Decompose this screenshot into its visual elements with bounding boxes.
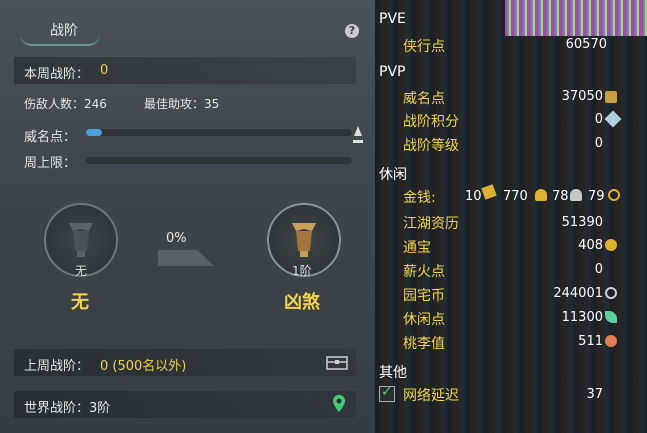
world-rank-label: 世界战阶：3阶 bbox=[24, 401, 111, 416]
location-pin-icon[interactable] bbox=[332, 394, 346, 414]
last-week-value: 0 (500名以外) bbox=[100, 359, 187, 374]
xiaxing-label: 侠行点 bbox=[403, 39, 445, 55]
currency-panel: PVE 侠行点 60570 PVP 威名点 37050 战阶积分 0 战阶等级 … bbox=[375, 0, 647, 433]
current-medal-icon bbox=[69, 223, 93, 257]
last-week-row: 上周战阶： 0 (500名以外) bbox=[14, 349, 356, 376]
prestige-icon bbox=[605, 91, 617, 103]
section-other: 其他 bbox=[379, 365, 407, 381]
current-medal-name: 无 bbox=[71, 292, 89, 313]
yuanzhai-label: 园宅币 bbox=[403, 288, 445, 304]
prestige-progress-fill bbox=[86, 129, 102, 136]
week-rank-row: 本周战阶： 0 bbox=[14, 57, 356, 84]
current-medal-level: 无 bbox=[75, 264, 88, 278]
battle-rank-panel: 战阶 ? 本周战阶： 0 伤敌人数：246 最佳助攻：35 威名点： 周上限： … bbox=[0, 0, 375, 433]
weiming-label: 威名点 bbox=[403, 91, 445, 107]
rank-progress-percent: 0% bbox=[166, 231, 187, 246]
panel-header: 战阶 bbox=[0, 14, 375, 46]
latency-checkbox[interactable] bbox=[379, 384, 395, 402]
scene-stripe-decor bbox=[505, 0, 647, 36]
week-rank-label: 本周战阶： bbox=[24, 67, 90, 82]
xiaxing-value: 60570 bbox=[565, 37, 607, 52]
prestige-label: 威名点： bbox=[24, 130, 77, 145]
xinhuo-value: 0 bbox=[594, 262, 603, 277]
silver-ingot-icon bbox=[535, 189, 547, 201]
money-copper: 79 bbox=[588, 189, 605, 204]
copper-coin-icon bbox=[608, 189, 620, 201]
week-rank-value: 0 bbox=[100, 63, 109, 78]
zhanjie-level-value: 0 bbox=[594, 136, 603, 151]
tongbao-value: 408 bbox=[578, 238, 603, 253]
money-label: 金钱: bbox=[403, 190, 436, 206]
header-swoosh bbox=[20, 34, 100, 46]
latency-label: 网络延迟 bbox=[403, 388, 459, 404]
xiuxian-label: 休闲点 bbox=[403, 312, 445, 328]
weiming-value: 37050 bbox=[561, 89, 603, 104]
next-medal-level: 1阶 bbox=[292, 264, 312, 278]
taoli-value: 511 bbox=[578, 334, 603, 349]
next-medal-icon bbox=[292, 223, 316, 257]
cap-marker-icon bbox=[353, 126, 363, 143]
money-silver-large: 770 bbox=[503, 189, 528, 204]
zhanjie-points-label: 战阶积分 bbox=[403, 114, 459, 130]
last-week-label: 上周战阶： bbox=[24, 359, 90, 374]
assist-stat: 最佳助攻：35 bbox=[144, 97, 220, 111]
help-icon[interactable]: ? bbox=[345, 24, 359, 38]
kills-stat: 伤敌人数：246 bbox=[24, 97, 107, 111]
silver-coin-icon bbox=[570, 189, 582, 201]
tongbao-coin-icon bbox=[605, 239, 617, 251]
next-medal-name: 凶煞 bbox=[284, 292, 320, 313]
jianghu-label: 江湖资历 bbox=[403, 216, 459, 232]
section-leisure: 休闲 bbox=[379, 167, 407, 183]
prestige-progress-bar bbox=[86, 129, 352, 136]
zhanjie-level-label: 战阶等级 bbox=[403, 138, 459, 154]
money-silver-small: 78 bbox=[552, 189, 569, 204]
peach-icon bbox=[605, 335, 617, 347]
xiuxian-value: 11300 bbox=[561, 310, 603, 325]
weekly-cap-progress-bar bbox=[86, 157, 352, 164]
xinhuo-label: 薪火点 bbox=[403, 264, 445, 280]
section-pvp: PVP bbox=[379, 64, 406, 80]
yuanzhai-value: 244001 bbox=[553, 286, 603, 301]
world-rank-row: 世界战阶：3阶 bbox=[14, 391, 356, 418]
latency-value: 37 bbox=[586, 387, 603, 402]
tongbao-label: 通宝 bbox=[403, 240, 431, 256]
garden-coin-icon bbox=[605, 287, 617, 299]
weekly-cap-label: 周上限： bbox=[24, 156, 77, 171]
taoli-label: 桃李值 bbox=[403, 336, 445, 352]
section-pve: PVE bbox=[379, 11, 406, 27]
treasure-chest-icon[interactable] bbox=[326, 354, 348, 370]
progress-arrow bbox=[158, 250, 214, 266]
jianghu-value: 51390 bbox=[561, 215, 603, 230]
money-gold: 10 bbox=[465, 189, 482, 204]
zhanjie-points-value: 0 bbox=[594, 112, 603, 127]
